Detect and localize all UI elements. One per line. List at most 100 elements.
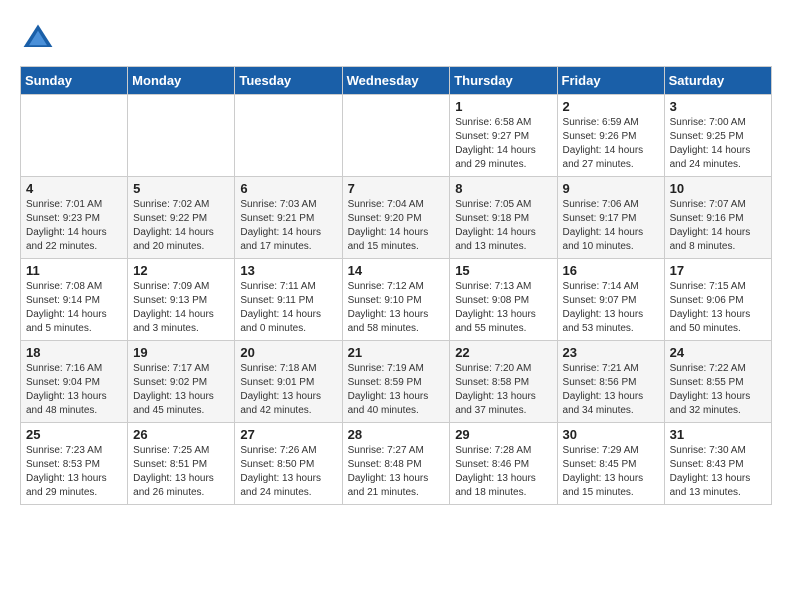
- day-info: Sunrise: 7:02 AMSunset: 9:22 PMDaylight:…: [133, 198, 229, 254]
- calendar-cell: 15 Sunrise: 7:13 AMSunset: 9:08 PMDayligh…: [450, 259, 557, 341]
- day-of-week-header: Tuesday: [235, 67, 342, 95]
- day-info: Sunrise: 6:58 AMSunset: 9:27 PMDaylight:…: [455, 116, 551, 172]
- day-info: Sunrise: 7:23 AMSunset: 8:53 PMDaylight:…: [26, 444, 122, 500]
- calendar-cell: 2 Sunrise: 6:59 AMSunset: 9:26 PMDaylight…: [557, 95, 664, 177]
- day-info: Sunrise: 7:30 AMSunset: 8:43 PMDaylight:…: [670, 444, 766, 500]
- calendar-cell: 24 Sunrise: 7:22 AMSunset: 8:55 PMDayligh…: [664, 341, 771, 423]
- calendar-cell: 28 Sunrise: 7:27 AMSunset: 8:48 PMDayligh…: [342, 423, 450, 505]
- day-info: Sunrise: 7:05 AMSunset: 9:18 PMDaylight:…: [455, 198, 551, 254]
- calendar-cell: 30 Sunrise: 7:29 AMSunset: 8:45 PMDayligh…: [557, 423, 664, 505]
- day-info: Sunrise: 7:29 AMSunset: 8:45 PMDaylight:…: [563, 444, 659, 500]
- day-info: Sunrise: 7:28 AMSunset: 8:46 PMDaylight:…: [455, 444, 551, 500]
- day-number: 8: [455, 181, 551, 196]
- day-info: Sunrise: 7:18 AMSunset: 9:01 PMDaylight:…: [240, 362, 336, 418]
- calendar-cell: [235, 95, 342, 177]
- day-info: Sunrise: 7:01 AMSunset: 9:23 PMDaylight:…: [26, 198, 122, 254]
- day-of-week-header: Thursday: [450, 67, 557, 95]
- day-info: Sunrise: 7:07 AMSunset: 9:16 PMDaylight:…: [670, 198, 766, 254]
- calendar-week-row: 18 Sunrise: 7:16 AMSunset: 9:04 PMDayligh…: [21, 341, 772, 423]
- calendar-cell: 8 Sunrise: 7:05 AMSunset: 9:18 PMDaylight…: [450, 177, 557, 259]
- calendar-cell: 18 Sunrise: 7:16 AMSunset: 9:04 PMDayligh…: [21, 341, 128, 423]
- day-info: Sunrise: 7:12 AMSunset: 9:10 PMDaylight:…: [348, 280, 445, 336]
- day-info: Sunrise: 7:00 AMSunset: 9:25 PMDaylight:…: [670, 116, 766, 172]
- day-info: Sunrise: 7:16 AMSunset: 9:04 PMDaylight:…: [26, 362, 122, 418]
- day-info: Sunrise: 6:59 AMSunset: 9:26 PMDaylight:…: [563, 116, 659, 172]
- day-number: 30: [563, 427, 659, 442]
- calendar-cell: 6 Sunrise: 7:03 AMSunset: 9:21 PMDaylight…: [235, 177, 342, 259]
- logo: [20, 20, 62, 56]
- day-number: 5: [133, 181, 229, 196]
- day-of-week-header: Friday: [557, 67, 664, 95]
- day-number: 21: [348, 345, 445, 360]
- page-header: [20, 20, 772, 56]
- day-number: 12: [133, 263, 229, 278]
- calendar-table: SundayMondayTuesdayWednesdayThursdayFrid…: [20, 66, 772, 505]
- day-info: Sunrise: 7:15 AMSunset: 9:06 PMDaylight:…: [670, 280, 766, 336]
- day-number: 9: [563, 181, 659, 196]
- day-info: Sunrise: 7:09 AMSunset: 9:13 PMDaylight:…: [133, 280, 229, 336]
- day-number: 16: [563, 263, 659, 278]
- day-of-week-header: Sunday: [21, 67, 128, 95]
- day-of-week-header: Wednesday: [342, 67, 450, 95]
- day-number: 31: [670, 427, 766, 442]
- calendar-cell: 22Sunrise: 7:20 AMSunset: 8:58 PMDayligh…: [450, 341, 557, 423]
- calendar-cell: 19 Sunrise: 7:17 AMSunset: 9:02 PMDayligh…: [128, 341, 235, 423]
- day-number: 2: [563, 99, 659, 114]
- calendar-cell: 16 Sunrise: 7:14 AMSunset: 9:07 PMDayligh…: [557, 259, 664, 341]
- calendar-cell: 1 Sunrise: 6:58 AMSunset: 9:27 PMDaylight…: [450, 95, 557, 177]
- calendar-cell: 29 Sunrise: 7:28 AMSunset: 8:46 PMDayligh…: [450, 423, 557, 505]
- day-info: Sunrise: 7:11 AMSunset: 9:11 PMDaylight:…: [240, 280, 336, 336]
- day-number: 27: [240, 427, 336, 442]
- calendar-cell: 10 Sunrise: 7:07 AMSunset: 9:16 PMDayligh…: [664, 177, 771, 259]
- day-info: Sunrise: 7:27 AMSunset: 8:48 PMDaylight:…: [348, 444, 445, 500]
- day-info: Sunrise: 7:14 AMSunset: 9:07 PMDaylight:…: [563, 280, 659, 336]
- calendar-cell: 9 Sunrise: 7:06 AMSunset: 9:17 PMDaylight…: [557, 177, 664, 259]
- calendar-cell: 5 Sunrise: 7:02 AMSunset: 9:22 PMDaylight…: [128, 177, 235, 259]
- calendar-cell: 13 Sunrise: 7:11 AMSunset: 9:11 PMDayligh…: [235, 259, 342, 341]
- calendar-cell: 21 Sunrise: 7:19 AMSunset: 8:59 PMDayligh…: [342, 341, 450, 423]
- day-info: Sunrise: 7:20 AMSunset: 8:58 PMDaylight:…: [455, 362, 551, 418]
- day-number: 18: [26, 345, 122, 360]
- calendar-week-row: 11 Sunrise: 7:08 AMSunset: 9:14 PMDayligh…: [21, 259, 772, 341]
- calendar-week-row: 1 Sunrise: 6:58 AMSunset: 9:27 PMDaylight…: [21, 95, 772, 177]
- calendar-header-row: SundayMondayTuesdayWednesdayThursdayFrid…: [21, 67, 772, 95]
- day-info: Sunrise: 7:06 AMSunset: 9:17 PMDaylight:…: [563, 198, 659, 254]
- day-number: 29: [455, 427, 551, 442]
- calendar-cell: 31 Sunrise: 7:30 AMSunset: 8:43 PMDayligh…: [664, 423, 771, 505]
- day-number: 1: [455, 99, 551, 114]
- day-number: 6: [240, 181, 336, 196]
- calendar-cell: 4Sunrise: 7:01 AMSunset: 9:23 PMDaylight…: [21, 177, 128, 259]
- day-info: Sunrise: 7:13 AMSunset: 9:08 PMDaylight:…: [455, 280, 551, 336]
- day-of-week-header: Monday: [128, 67, 235, 95]
- day-number: 23: [563, 345, 659, 360]
- day-number: 10: [670, 181, 766, 196]
- calendar-cell: [128, 95, 235, 177]
- day-number: 13: [240, 263, 336, 278]
- calendar-cell: 25Sunrise: 7:23 AMSunset: 8:53 PMDayligh…: [21, 423, 128, 505]
- calendar-cell: [21, 95, 128, 177]
- day-number: 19: [133, 345, 229, 360]
- day-number: 26: [133, 427, 229, 442]
- calendar-cell: 14 Sunrise: 7:12 AMSunset: 9:10 PMDayligh…: [342, 259, 450, 341]
- day-number: 11: [26, 263, 122, 278]
- day-info: Sunrise: 7:25 AMSunset: 8:51 PMDaylight:…: [133, 444, 229, 500]
- calendar-cell: 27Sunrise: 7:26 AMSunset: 8:50 PMDayligh…: [235, 423, 342, 505]
- day-number: 28: [348, 427, 445, 442]
- day-info: Sunrise: 7:19 AMSunset: 8:59 PMDaylight:…: [348, 362, 445, 418]
- logo-icon: [20, 20, 56, 56]
- day-info: Sunrise: 7:03 AMSunset: 9:21 PMDaylight:…: [240, 198, 336, 254]
- calendar-cell: 17 Sunrise: 7:15 AMSunset: 9:06 PMDayligh…: [664, 259, 771, 341]
- day-number: 3: [670, 99, 766, 114]
- day-number: 24: [670, 345, 766, 360]
- day-info: Sunrise: 7:08 AMSunset: 9:14 PMDaylight:…: [26, 280, 122, 336]
- day-info: Sunrise: 7:17 AMSunset: 9:02 PMDaylight:…: [133, 362, 229, 418]
- day-number: 14: [348, 263, 445, 278]
- day-info: Sunrise: 7:22 AMSunset: 8:55 PMDaylight:…: [670, 362, 766, 418]
- day-of-week-header: Saturday: [664, 67, 771, 95]
- calendar-cell: 7Sunrise: 7:04 AMSunset: 9:20 PMDaylight…: [342, 177, 450, 259]
- day-number: 7: [348, 181, 445, 196]
- calendar-cell: [342, 95, 450, 177]
- day-number: 17: [670, 263, 766, 278]
- day-number: 15: [455, 263, 551, 278]
- calendar-cell: 26 Sunrise: 7:25 AMSunset: 8:51 PMDayligh…: [128, 423, 235, 505]
